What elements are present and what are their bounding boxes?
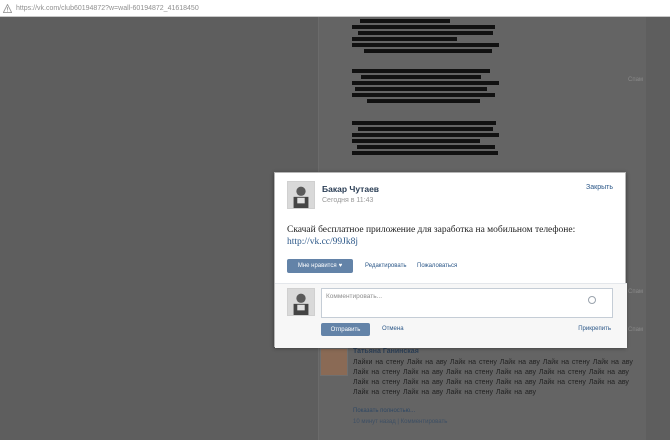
spam-code-block-1 (352, 19, 502, 55)
send-button[interactable]: Отправить (321, 323, 370, 336)
side-label: Спам (628, 327, 644, 333)
like-label: Мне нравится (297, 263, 337, 269)
report-link[interactable]: Пожаловаться (417, 263, 457, 269)
my-avatar (287, 288, 315, 316)
comment-input[interactable]: Комментировать... (321, 288, 613, 318)
like-button[interactable]: Мне нравится ♥ (287, 259, 353, 273)
side-label: Спам (628, 289, 644, 295)
address-bar[interactable]: https://vk.com/club60194872?w=wall-60194… (0, 0, 670, 17)
comment-placeholder: Комментировать... (326, 293, 383, 300)
smiley-icon[interactable] (588, 296, 596, 304)
author-avatar[interactable] (287, 181, 315, 209)
url-text: https://vk.com/club60194872?w=wall-60194… (16, 4, 199, 12)
comment-composer: Комментировать... Отправить Отмена Прикр… (275, 284, 627, 348)
avatar-photo-icon (288, 289, 314, 315)
spam-code-block-2 (352, 69, 502, 105)
spam-code-block-3 (352, 121, 502, 157)
commenter-name[interactable]: Татьяна Ганинская (353, 348, 419, 355)
post-modal: Бакар Чутаев Сегодня в 11:43 Закрыть Ска… (274, 172, 627, 348)
heart-icon: ♥ (338, 263, 343, 269)
warning-icon (3, 3, 12, 13)
post-link[interactable]: http://vk.cc/99Jk8j (287, 237, 358, 247)
avatar-photo-icon (288, 182, 314, 208)
comment-meta[interactable]: 10 минут назад | Комментировать (353, 419, 447, 425)
commenter-avatar[interactable] (320, 348, 348, 376)
attach-link[interactable]: Прикрепить (578, 326, 611, 332)
close-button[interactable]: Закрыть (586, 184, 613, 191)
comment-body: Лайки на стену Лайк на аву Лайк на стену… (353, 359, 633, 396)
wall-comment: Татьяна Ганинская Лайки на стену Лайк на… (318, 346, 638, 426)
post-text: Скачай бесплатное приложение для заработ… (287, 225, 576, 235)
show-more-link[interactable]: Показать полностью... (353, 408, 415, 414)
edit-link[interactable]: Редактировать (365, 263, 406, 269)
cancel-link[interactable]: Отмена (382, 326, 404, 332)
post-time[interactable]: Сегодня в 11:43 (322, 197, 373, 204)
side-label: Спам (628, 77, 644, 83)
comment-text: Лайки на стену Лайк на аву Лайк на стену… (353, 358, 638, 398)
post-author[interactable]: Бакар Чутаев (322, 184, 379, 194)
